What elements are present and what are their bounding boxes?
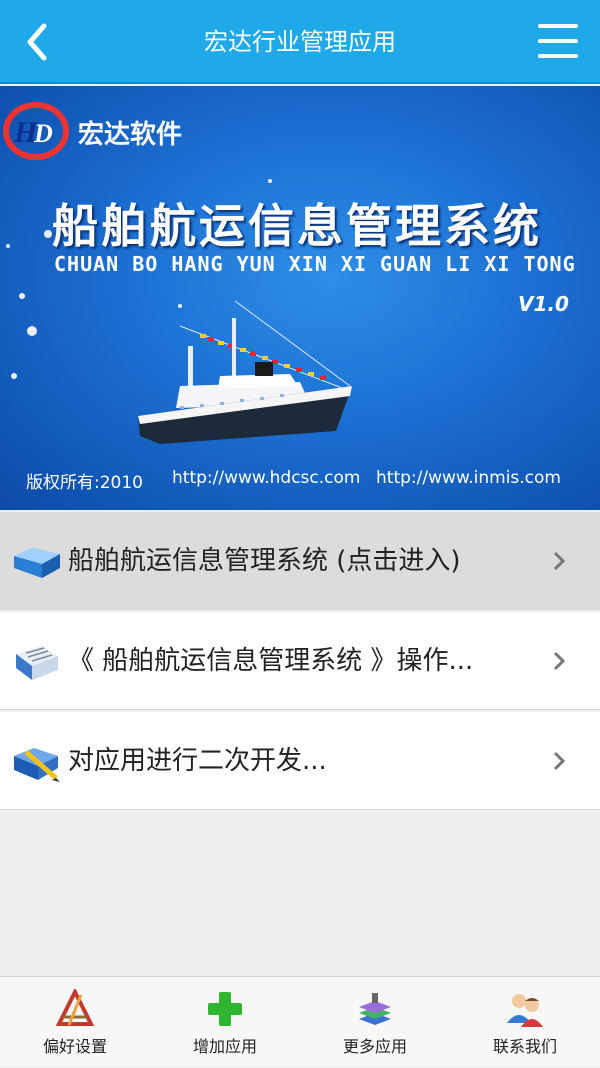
list-item-label: 《 船舶航运信息管理系统 》操作...: [68, 646, 474, 676]
document-icon: [16, 646, 58, 680]
list-item-enter-system[interactable]: 船舶航运信息管理系统 (点击进入): [0, 512, 600, 610]
website-url-2: http://www.inmis.com: [376, 468, 561, 488]
list-item-label: 船舶航运信息管理系统 (点击进入): [68, 546, 461, 576]
page-title: 宏达行业管理应用: [204, 28, 396, 56]
list-item-label: 对应用进行二次开发...: [68, 746, 327, 776]
more-apps-icon: [359, 993, 391, 1025]
copyright-text: 版权所有:2010: [26, 473, 143, 493]
chevron-right-icon: [553, 651, 566, 671]
menu-button[interactable]: [538, 22, 580, 62]
svg-text:D: D: [33, 119, 53, 148]
bottom-navigation: 偏好设置 增加应用 更多应用 联系我们: [0, 976, 600, 1067]
folder-icon: [14, 548, 60, 578]
hamburger-menu-icon: [538, 24, 578, 28]
nav-contact-us[interactable]: 联系我们: [450, 977, 600, 1068]
nav-more-apps[interactable]: 更多应用: [300, 977, 450, 1068]
hamburger-menu-icon: [538, 54, 578, 58]
hamburger-menu-icon: [538, 39, 578, 43]
edit-icon: [14, 748, 60, 782]
version-label: V1.0: [518, 292, 569, 316]
nav-label: 更多应用: [342, 1037, 407, 1056]
chevron-right-icon: [553, 751, 566, 771]
list-item-secondary-dev[interactable]: 对应用进行二次开发...: [0, 712, 600, 810]
add-icon: [208, 992, 242, 1026]
nav-label: 联系我们: [492, 1037, 557, 1056]
nav-preferences[interactable]: 偏好设置: [0, 977, 150, 1068]
chevron-right-icon: [553, 551, 566, 571]
nav-label: 增加应用: [192, 1037, 257, 1056]
list-item-manual[interactable]: 《 船舶航运信息管理系统 》操作...: [0, 612, 600, 710]
company-name: 宏达软件: [78, 120, 183, 150]
nav-add-app[interactable]: 增加应用: [150, 977, 300, 1068]
preferences-icon: [55, 989, 95, 1026]
nav-label: 偏好设置: [42, 1037, 107, 1056]
top-bar: 宏达行业管理应用: [0, 0, 600, 84]
system-title: 船舶航运信息管理系统: [52, 199, 542, 253]
contact-icon: [507, 994, 543, 1027]
system-title-pinyin: CHUAN BO HANG YUN XIN XI GUAN LI XI TONG: [54, 252, 576, 276]
system-banner: H D 宏达软件 船舶航运信息管理系统 CHUAN BO HANG YUN XI…: [0, 86, 600, 510]
ship-illustration: [138, 300, 352, 444]
company-logo-icon: H D: [3, 102, 69, 160]
website-url-1: http://www.hdcsc.com: [172, 468, 361, 488]
